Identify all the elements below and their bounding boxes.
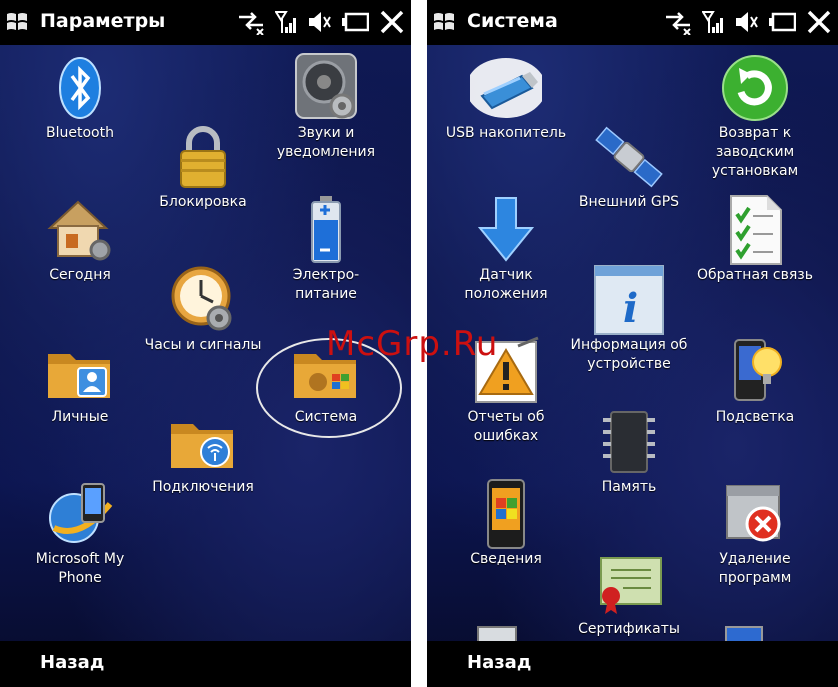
back-softkey[interactable]: Назад bbox=[40, 652, 104, 673]
tile-personal[interactable]: Личные bbox=[12, 336, 148, 427]
speaker-muted-icon[interactable] bbox=[307, 9, 331, 35]
speaker-gear-icon bbox=[290, 52, 362, 124]
tile-remove-programs[interactable]: Удаление программ bbox=[687, 478, 823, 588]
tile-certificates[interactable]: Сертификаты bbox=[561, 548, 697, 639]
close-icon[interactable] bbox=[806, 9, 832, 35]
tile-connections[interactable]: Подключения bbox=[135, 406, 271, 497]
status-icons bbox=[237, 9, 405, 35]
tile-usb-storage[interactable]: USB накопитель bbox=[438, 52, 574, 143]
tile-label: Информация об устройстве bbox=[570, 337, 688, 372]
tile-device-info[interactable]: i Информация об устройстве bbox=[561, 264, 697, 374]
battery-status-icon[interactable] bbox=[341, 9, 369, 35]
softkey-bar: Назад bbox=[0, 641, 411, 687]
watermark: McGrp.Ru bbox=[326, 324, 499, 364]
tile-clock-alarms[interactable]: Часы и сигналы bbox=[135, 264, 271, 355]
phone-bulb-icon bbox=[719, 336, 791, 408]
tile-lock[interactable]: Блокировка bbox=[135, 121, 271, 212]
tile-sounds[interactable]: Звуки и уведомления bbox=[258, 52, 394, 162]
tile-label: Блокировка bbox=[159, 194, 247, 210]
title-bar: Система bbox=[427, 0, 838, 45]
tile-label: Часы и сигналы bbox=[144, 337, 262, 353]
speaker-muted-icon[interactable] bbox=[734, 9, 758, 35]
tile-power[interactable]: Электро- питание bbox=[258, 194, 394, 304]
tile-label: Звуки и уведомления bbox=[276, 125, 376, 160]
tile-label: USB накопитель bbox=[445, 125, 567, 141]
tile-label: Электро- питание bbox=[292, 267, 360, 302]
back-softkey[interactable]: Назад bbox=[467, 652, 531, 673]
windows-start-icon[interactable] bbox=[433, 11, 455, 33]
certificate-icon bbox=[593, 548, 665, 620]
sync-arrows-icon[interactable] bbox=[664, 9, 692, 35]
tile-label: Внешний GPS bbox=[578, 194, 680, 210]
memory-chip-icon bbox=[593, 406, 665, 478]
battery-status-icon[interactable] bbox=[768, 9, 796, 35]
tile-about[interactable]: Сведения bbox=[438, 478, 574, 569]
title-bar: Параметры bbox=[0, 0, 411, 45]
tile-label: Датчик положения bbox=[464, 267, 548, 302]
tile-bluetooth[interactable]: Bluetooth bbox=[12, 52, 148, 143]
tile-label: Сведения bbox=[470, 551, 542, 567]
tile-label: Память bbox=[601, 479, 657, 495]
tile-label: Подсветка bbox=[715, 409, 795, 425]
remove-program-icon bbox=[719, 478, 791, 550]
page-title: Система bbox=[467, 10, 558, 32]
tile-feedback[interactable]: Обратная связь bbox=[687, 194, 823, 285]
tile-factory-reset[interactable]: Возврат к заводским установкам bbox=[687, 52, 823, 181]
info-icon: i bbox=[593, 264, 665, 336]
folder-person-icon bbox=[44, 336, 116, 408]
signal-icon[interactable] bbox=[702, 9, 724, 35]
green-refresh-icon bbox=[719, 52, 791, 124]
padlock-icon bbox=[167, 121, 239, 193]
usb-drive-icon bbox=[466, 52, 546, 124]
house-icon bbox=[44, 194, 116, 266]
tile-label: Сегодня bbox=[49, 267, 111, 283]
battery-icon bbox=[290, 194, 362, 266]
tile-today[interactable]: Сегодня bbox=[12, 194, 148, 285]
clock-gear-icon bbox=[167, 264, 239, 336]
checklist-icon bbox=[719, 194, 791, 266]
folder-wireless-icon bbox=[167, 406, 239, 478]
globe-phone-icon bbox=[44, 478, 116, 550]
page-title: Параметры bbox=[40, 10, 166, 32]
tile-backlight[interactable]: Подсветка bbox=[687, 336, 823, 427]
tile-label: Личные bbox=[51, 409, 109, 425]
tile-label: Microsoft My Phone bbox=[35, 551, 125, 586]
tile-memory[interactable]: Память bbox=[561, 406, 697, 497]
sync-arrows-icon[interactable] bbox=[237, 9, 265, 35]
tile-label: Сертификаты bbox=[578, 621, 680, 637]
tile-label: Обратная связь bbox=[697, 267, 813, 283]
phone-windows-icon bbox=[470, 478, 542, 550]
tile-label: Bluetooth bbox=[46, 125, 114, 141]
softkey-bar: Назад bbox=[427, 641, 838, 687]
windows-start-icon[interactable] bbox=[6, 11, 28, 33]
close-icon[interactable] bbox=[379, 9, 405, 35]
tile-position-sensor[interactable]: Датчик положения bbox=[438, 194, 574, 304]
tile-label: Удаление программ bbox=[718, 551, 792, 586]
satellite-icon bbox=[593, 121, 665, 193]
down-arrow-icon bbox=[470, 194, 542, 266]
tile-label: Отчеты об ошибках bbox=[467, 409, 545, 444]
tile-external-gps[interactable]: Внешний GPS bbox=[561, 121, 697, 212]
signal-icon[interactable] bbox=[275, 9, 297, 35]
svg-text:i: i bbox=[623, 285, 638, 332]
bluetooth-icon bbox=[44, 52, 116, 124]
tile-my-phone[interactable]: Microsoft My Phone bbox=[12, 478, 148, 588]
tile-label: Подключения bbox=[152, 479, 254, 495]
status-icons bbox=[664, 9, 832, 35]
tile-label: Возврат к заводским установкам bbox=[711, 125, 799, 179]
